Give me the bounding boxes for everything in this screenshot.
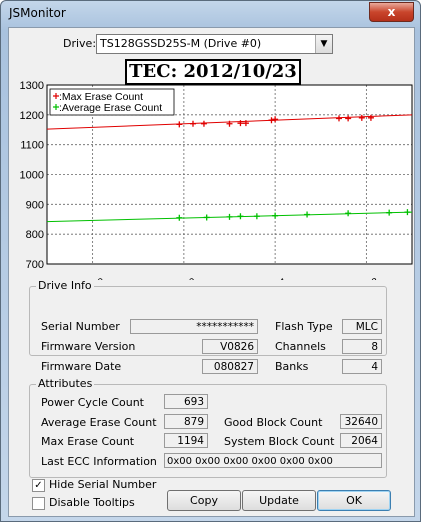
avg-erase-field: 879 xyxy=(164,414,208,429)
banks-label: Banks xyxy=(275,360,309,373)
channels-label: Channels xyxy=(275,340,326,353)
ok-button[interactable]: OK xyxy=(317,490,391,511)
hide-serial-checkbox[interactable]: ✓ xyxy=(32,479,45,492)
ecc-label: Last ECC Information xyxy=(41,455,157,468)
x-tick-label: 2009-04-30 xyxy=(145,276,197,280)
firmware-version-field: V0826 xyxy=(202,339,258,354)
max-erase-label: Max Erase Count xyxy=(41,435,135,448)
good-block-label: Good Block Count xyxy=(224,416,323,429)
legend-entry: :Average Erase Count xyxy=(59,102,162,114)
hide-serial-label[interactable]: Hide Serial Number xyxy=(49,478,156,491)
firmware-date-label: Firmware Date xyxy=(41,360,122,373)
y-tick-label: 900 xyxy=(26,199,44,211)
serial-number-field: *********** xyxy=(130,319,258,334)
ecc-field: 0x00 0x00 0x00 0x00 0x00 0x00 xyxy=(164,453,382,468)
y-tick-label: 1000 xyxy=(20,170,44,182)
banks-field: 4 xyxy=(342,359,382,374)
title-bar[interactable]: JSMonitor x xyxy=(1,1,420,27)
channels-field: 8 xyxy=(342,339,382,354)
disable-tooltips-label[interactable]: Disable Tooltips xyxy=(49,496,135,509)
x-tick-label: 2009-05-01 xyxy=(236,276,288,280)
app-window: JSMonitor x Drive: TS128GSSD25S-M (Drive… xyxy=(0,0,421,522)
close-icon: x xyxy=(387,5,396,19)
y-tick-label: 1200 xyxy=(20,110,44,122)
avg-erase-label: Average Erase Count xyxy=(41,416,157,429)
max-erase-field: 1194 xyxy=(164,433,208,448)
drive-label: Drive: xyxy=(63,37,97,50)
update-button[interactable]: Update xyxy=(242,490,316,511)
client-area: Drive: TS128GSSD25S-M (Drive #0) ▼ TEC: … xyxy=(8,27,415,517)
copy-button[interactable]: Copy xyxy=(167,490,241,511)
checkmark-icon: ✓ xyxy=(34,480,43,491)
flash-type-label: Flash Type xyxy=(275,320,333,333)
power-cycle-field: 693 xyxy=(164,394,208,409)
power-cycle-label: Power Cycle Count xyxy=(41,396,144,409)
close-button[interactable]: x xyxy=(369,2,414,22)
drive-select-value: TS128GSSD25S-M (Drive #0) xyxy=(100,37,262,50)
drive-info-title: Drive Info xyxy=(36,279,94,292)
x-tick-label: 2009-05-02 xyxy=(328,276,380,280)
flash-type-field: MLC xyxy=(342,319,382,334)
y-tick-label: 800 xyxy=(26,229,44,241)
y-tick-label: 700 xyxy=(26,259,44,271)
good-block-field: 32640 xyxy=(340,414,382,429)
drive-select[interactable]: TS128GSSD25S-M (Drive #0) ▼ xyxy=(96,34,333,54)
y-tick-label: 1300 xyxy=(20,80,44,92)
system-block-label: System Block Count xyxy=(224,435,335,448)
serial-number-label: Serial Number xyxy=(41,320,120,333)
erase-count-chart: 13001200110010009008007002009-04-292009-… xyxy=(20,80,413,280)
window-title: JSMonitor xyxy=(9,6,66,20)
firmware-version-label: Firmware Version xyxy=(41,340,136,353)
system-block-field: 2064 xyxy=(340,433,382,448)
disable-tooltips-checkbox[interactable] xyxy=(32,497,45,510)
chevron-down-icon[interactable]: ▼ xyxy=(315,35,332,53)
attributes-title: Attributes xyxy=(36,377,95,390)
y-tick-label: 1100 xyxy=(20,140,44,152)
firmware-date-field: 080827 xyxy=(202,359,258,374)
